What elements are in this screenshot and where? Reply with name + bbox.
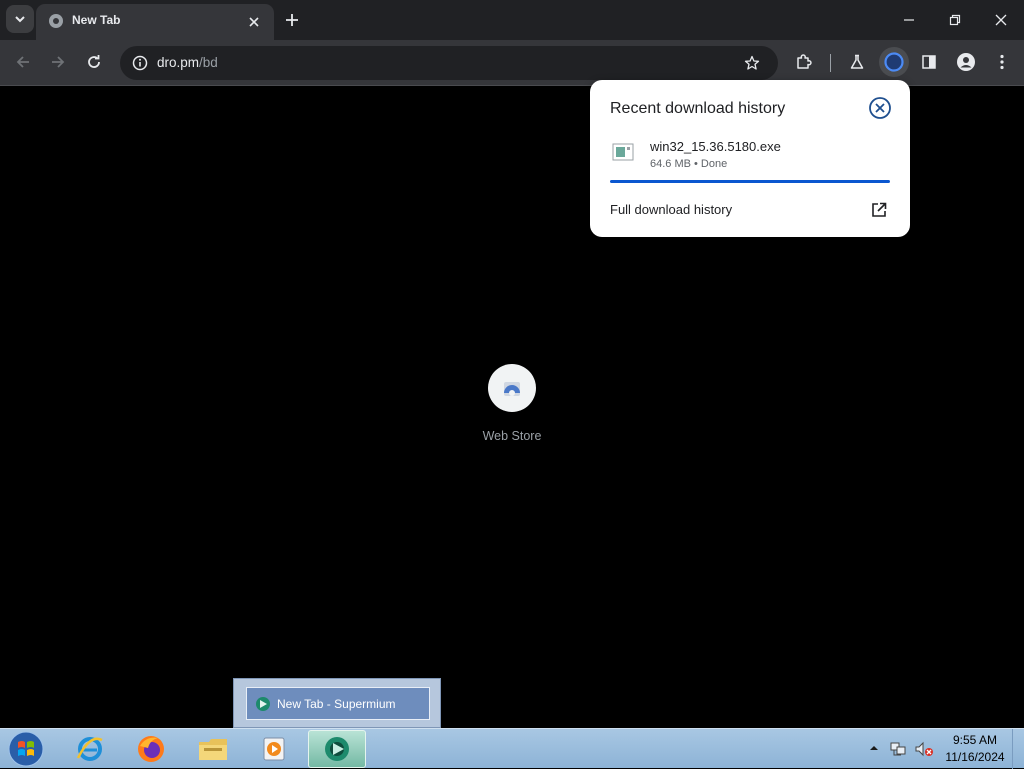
network-icon[interactable]	[889, 740, 907, 758]
shortcut-label[interactable]: Web Store	[452, 429, 572, 443]
back-button[interactable]	[8, 47, 38, 77]
star-icon	[744, 55, 760, 70]
tab-search-button[interactable]	[6, 5, 34, 33]
start-button[interactable]	[6, 730, 46, 768]
address-bar[interactable]: dro.pm/bd	[120, 46, 778, 80]
tab-close-button[interactable]	[244, 12, 264, 32]
download-button[interactable]	[879, 47, 909, 77]
internet-explorer-icon	[76, 737, 103, 761]
taskbar-media-player[interactable]	[245, 730, 303, 768]
download-progress-bar	[610, 180, 890, 183]
reload-icon	[88, 55, 100, 68]
show-desktop-button[interactable]	[1012, 729, 1024, 769]
menu-button[interactable]	[987, 47, 1017, 77]
info-icon	[132, 55, 148, 71]
taskbar-preview-item[interactable]: New Tab - Supermium	[246, 687, 430, 720]
tab-title: New Tab	[72, 13, 121, 27]
download-status: 64.6 MB • Done	[650, 158, 728, 170]
clock-time[interactable]: 9:55 AM	[940, 733, 1010, 747]
windows-start-icon	[8, 731, 44, 767]
supermium-icon	[325, 737, 349, 761]
back-icon	[16, 56, 29, 68]
side-panel-icon	[922, 55, 936, 69]
forward-button[interactable]	[43, 47, 73, 77]
web-store-icon	[504, 382, 520, 396]
tab-strip: New Tab	[0, 0, 1024, 40]
minimize-icon	[904, 19, 914, 21]
close-window-button[interactable]	[978, 0, 1024, 40]
side-panel-button[interactable]	[914, 47, 944, 77]
restore-button[interactable]	[932, 0, 978, 40]
restore-icon	[949, 14, 961, 26]
taskbar-file-explorer[interactable]	[184, 730, 242, 768]
taskbar-supermium[interactable]	[308, 730, 366, 768]
tab-new-tab[interactable]: New Tab	[36, 4, 274, 40]
media-player-icon	[263, 737, 285, 761]
site-info-button[interactable]	[128, 51, 152, 75]
extensions-button[interactable]	[789, 47, 819, 77]
menu-icon	[1000, 54, 1004, 70]
clock-date[interactable]: 11/16/2024	[940, 750, 1010, 764]
download-filename[interactable]: win32_15.36.5180.exe	[650, 139, 781, 154]
url-host: dro.pm	[157, 55, 200, 70]
labs-icon	[850, 54, 864, 69]
bookmark-star-button[interactable]	[740, 51, 764, 75]
globe-icon	[49, 14, 63, 28]
download-bubble-title: Recent download history	[610, 100, 786, 117]
url-path: /bd	[199, 55, 218, 70]
reload-button[interactable]	[79, 47, 109, 77]
full-download-history-link[interactable]: Full download history	[610, 202, 732, 217]
new-tab-button[interactable]	[280, 8, 304, 32]
taskbar-preview: New Tab - Supermium	[233, 678, 441, 728]
open-external-icon[interactable]	[870, 201, 888, 219]
profile-button[interactable]	[951, 47, 981, 77]
download-bubble: Recent download history win32_15.36.5180…	[590, 80, 910, 237]
url-text[interactable]: dro.pm/bd	[157, 55, 218, 70]
close-icon	[249, 17, 259, 27]
close-icon	[995, 14, 1007, 26]
toolbar-divider	[830, 54, 831, 72]
tab-search-icon	[15, 16, 25, 23]
forward-icon	[52, 56, 65, 68]
close-icon[interactable]	[868, 96, 892, 120]
taskbar-internet-explorer[interactable]	[61, 730, 119, 768]
volume-muted-icon[interactable]	[914, 740, 934, 758]
labs-button[interactable]	[842, 47, 872, 77]
tray-up-arrow-icon[interactable]	[868, 741, 880, 755]
supermium-icon	[256, 696, 270, 711]
taskbar-preview-label: New Tab - Supermium	[277, 696, 396, 711]
firefox-icon	[138, 736, 164, 762]
plus-icon	[286, 14, 298, 26]
web-store-shortcut[interactable]	[488, 364, 536, 412]
file-explorer-icon	[199, 739, 227, 760]
extensions-icon	[797, 54, 812, 69]
file-icon	[612, 143, 634, 161]
taskbar-firefox[interactable]	[122, 730, 180, 768]
download-progress-fill	[610, 180, 890, 183]
minimize-button[interactable]	[886, 0, 932, 40]
profile-icon	[957, 53, 975, 71]
taskbar: 9:55 AM 11/16/2024	[0, 728, 1024, 769]
download-icon	[884, 52, 904, 72]
